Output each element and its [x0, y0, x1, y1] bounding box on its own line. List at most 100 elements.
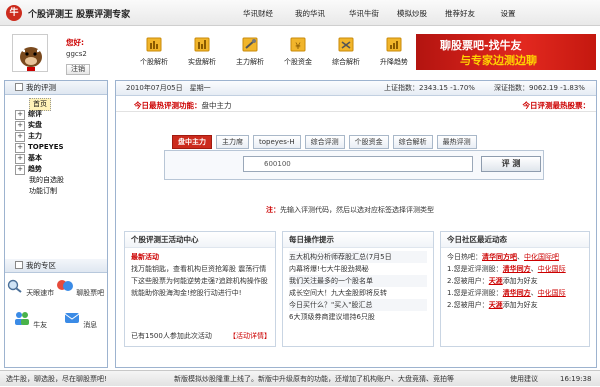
folder-tools-icon — [242, 37, 258, 52]
list-item[interactable]: 我们关注最多的一个股名单 — [289, 275, 427, 287]
status-left[interactable]: 选牛股，聊选股，尽在聊股票吧! — [6, 371, 107, 387]
sidebar-item-comprehensive[interactable]: 综评 — [15, 109, 107, 120]
hot-function: 今日最热评测功能：盘中主力 — [134, 101, 232, 110]
tool-live-analysis[interactable]: 实盘解析 — [184, 30, 220, 67]
hot-stock-label: 今日评测最热股票： — [522, 101, 591, 110]
zone-header[interactable]: 我的专区 — [5, 259, 107, 273]
list-item: 今日热吧：清华同方吧、中化国际吧 — [447, 253, 559, 261]
status-bar: 选牛股，聊选股，尽在聊股票吧! 新版模拟炒股隆重上线了。新版中升级原有的功能，还… — [0, 370, 600, 386]
avatar[interactable] — [12, 34, 48, 72]
friends-icon — [14, 312, 29, 325]
top-nav: 华讯财经 我的华讯 华讯牛街 模拟炒股 推荐好友 设置 — [236, 8, 532, 19]
sidebar-item-watchlist[interactable]: 我的自选股 — [15, 175, 107, 186]
tool-main-force[interactable]: 主力解析 — [232, 30, 268, 67]
zone-item-messages[interactable]: 消息 — [55, 311, 105, 339]
folder-money-icon: ¥ — [290, 37, 306, 52]
sidebar-tree: 首页 综评 实盘 主力 TOPEYES 基本 趋势 我的自选股 功能订制 — [5, 95, 107, 197]
folder-chart-icon — [146, 37, 162, 52]
tab-topeyes-h[interactable]: topeyes-H — [253, 135, 301, 149]
current-date: 2010年07月05日 星期一 — [126, 84, 211, 92]
search-box: 评 测 — [164, 150, 544, 180]
topnav-item-my-huaxun[interactable]: 我的华讯 — [280, 8, 340, 19]
main-panel: 2010年07月05日 星期一 上证指数：2343.15 -1.70% 深证指数… — [115, 80, 597, 368]
shenzhen-index: 深证指数：9062.19 -1.83% — [494, 84, 585, 92]
sidebar-item-trend[interactable]: 趋势 — [15, 164, 107, 175]
tab-main-force-seats[interactable]: 主力席 — [216, 135, 249, 149]
hot-function-value[interactable]: 盘中主力 — [202, 101, 232, 110]
svg-text:¥: ¥ — [295, 42, 301, 52]
list-item: 1.您是近评测股：清华同方、中化国际 — [447, 289, 566, 297]
activity-panel: 个股评测王活动中心 最新活动 找万能钥匙，查看机构巨资抢筹股 震荡行情下这些股票… — [124, 231, 276, 347]
community-title: 今日社区最近动态 — [441, 232, 589, 248]
analysis-tabs: 盘中主力 主力席 topeyes-H 综合评测 个股资金 综合解析 最热评测 — [172, 135, 481, 149]
sidebar-item-topeyes[interactable]: TOPEYES — [15, 142, 107, 153]
list-item[interactable]: 6大顶级券商建议增持6只股 — [289, 311, 427, 323]
user-box: 您好: ggcs2 注销 — [4, 28, 110, 78]
tab-stock-funds[interactable]: 个股资金 — [348, 135, 389, 149]
tab-main-force-live[interactable]: 盘中主力 — [172, 135, 212, 149]
list-item: 2.您被用户：天涯添加为好友 — [447, 301, 538, 309]
magnifier-icon — [7, 279, 22, 293]
sidebar-item-fundamental[interactable]: 基本 — [15, 153, 107, 164]
newest-activity-label: 最新活动 — [131, 253, 159, 261]
stock-code-input[interactable] — [243, 156, 473, 172]
zone-item-friends[interactable]: 牛友 — [5, 311, 55, 339]
greeting-label: 您好: — [66, 38, 84, 47]
sidebar: 我的评测 首页 综评 实盘 主力 TOPEYES 基本 趋势 我的自选股 功能订… — [4, 80, 108, 368]
banner-line-1: 聊股票吧-找牛友 — [440, 39, 522, 52]
topnav-item-sim-trading[interactable]: 模拟炒股 — [388, 8, 436, 19]
clock: 16:19:38 — [560, 375, 592, 383]
status-ticker[interactable]: 新版模拟炒股隆重上线了。新版中升级原有的功能，还增加了机构账户、大盘竞猜、竞拍等 — [174, 371, 454, 387]
activity-detail-link[interactable]: 【活动详情】 — [229, 330, 271, 342]
folder-tools-icon — [338, 37, 354, 52]
list-item[interactable]: 内幕将爆!七大牛股劲揭秘 — [289, 263, 427, 275]
my-zone: 我的专区 天眼速市 聊股票吧 牛友 消息 — [5, 259, 107, 343]
zone-item-stock-bar[interactable]: 聊股票吧 — [55, 279, 105, 307]
community-panel: 今日社区最近动态 今日热吧：清华同方吧、中化国际吧 1.您是近评测股：清华同方、… — [440, 231, 590, 347]
tool-comprehensive[interactable]: 综合解析 — [328, 30, 364, 67]
folder-chart-icon — [194, 37, 210, 52]
sidebar-item-customize[interactable]: 功能订制 — [15, 186, 107, 197]
evaluate-button[interactable]: 评 测 — [481, 156, 541, 172]
username: ggcs2 — [66, 50, 87, 58]
tab-analysis[interactable]: 综合解析 — [392, 135, 433, 149]
sidebar-item-live[interactable]: 实盘 — [15, 120, 107, 131]
app-logo: 牛 — [6, 5, 22, 21]
sidebar-item-home[interactable]: 首页 — [15, 98, 107, 111]
list-item[interactable]: 五大机构分析师荐股汇总(7月5日 — [289, 251, 427, 263]
topnav-item-niujie[interactable]: 华讯牛街 — [340, 8, 388, 19]
tab-comprehensive[interactable]: 综合评测 — [304, 135, 345, 149]
logout-button[interactable]: 注销 — [66, 64, 90, 75]
toolbar: 个股解析 实盘解析 主力解析 ¥ 个股资金 综合解析 升降趋势 — [136, 30, 424, 67]
shanghai-index: 上证指数：2343.15 -1.70% — [384, 84, 475, 92]
tab-hottest[interactable]: 最热评测 — [436, 135, 477, 149]
ad-banner[interactable]: 聊股票吧-找牛友 与专家边测边聊 — [416, 34, 596, 70]
title-bar: 牛 个股评测王 股票评测专家 华讯财经 我的华讯 华讯牛街 模拟炒股 推荐好友 … — [0, 0, 600, 26]
activity-title: 个股评测王活动中心 — [125, 232, 275, 248]
date-bar: 2010年07月05日 星期一 上证指数：2343.15 -1.70% 深证指数… — [116, 81, 596, 96]
daily-tips-panel: 每日操作提示 五大机构分析师荐股汇总(7月5日 内幕将爆!七大牛股劲揭秘 我们关… — [282, 231, 434, 347]
topnav-item-settings[interactable]: 设置 — [484, 8, 532, 19]
topnav-item-finance[interactable]: 华讯财经 — [236, 8, 280, 19]
list-item: 2.您被用户：天涯添加为好友 — [447, 277, 538, 285]
hint-text: 注：先输入评测代码，然后以选对应标签选择评测类型 — [266, 206, 434, 214]
tool-stock-analysis[interactable]: 个股解析 — [136, 30, 172, 67]
folder-trend-icon — [386, 37, 402, 52]
list-item: 1.您是近评测股：清华同方、中化国际 — [447, 265, 566, 273]
sidebar-header[interactable]: 我的评测 — [5, 81, 107, 95]
help-link[interactable]: 使用建议 — [510, 371, 538, 387]
app-title: 个股评测王 股票评测专家 — [28, 10, 131, 20]
sidebar-item-main-force[interactable]: 主力 — [15, 131, 107, 142]
topnav-item-recommend[interactable]: 推荐好友 — [436, 8, 484, 19]
zone-item-tianyan[interactable]: 天眼速市 — [5, 279, 55, 307]
tool-stock-funds[interactable]: ¥ 个股资金 — [280, 30, 316, 67]
participants-text: 已有1500人参加此次活动 — [131, 332, 212, 340]
chat-icon — [56, 280, 73, 291]
activity-text: 找万能钥匙，查看机构巨资抢筹股 震荡行情下这些股票为何能逆势走强?追踪机构操作股… — [131, 265, 268, 297]
list-item[interactable]: 今日买什么？"买入"股汇总 — [289, 299, 427, 311]
tool-trend[interactable]: 升降趋势 — [376, 30, 412, 67]
message-icon — [64, 313, 80, 323]
banner-line-2: 与专家边测边聊 — [460, 54, 537, 67]
list-item[interactable]: 成长空间大！九大金股即将反转 — [289, 287, 427, 299]
daily-tips-title: 每日操作提示 — [283, 232, 433, 248]
